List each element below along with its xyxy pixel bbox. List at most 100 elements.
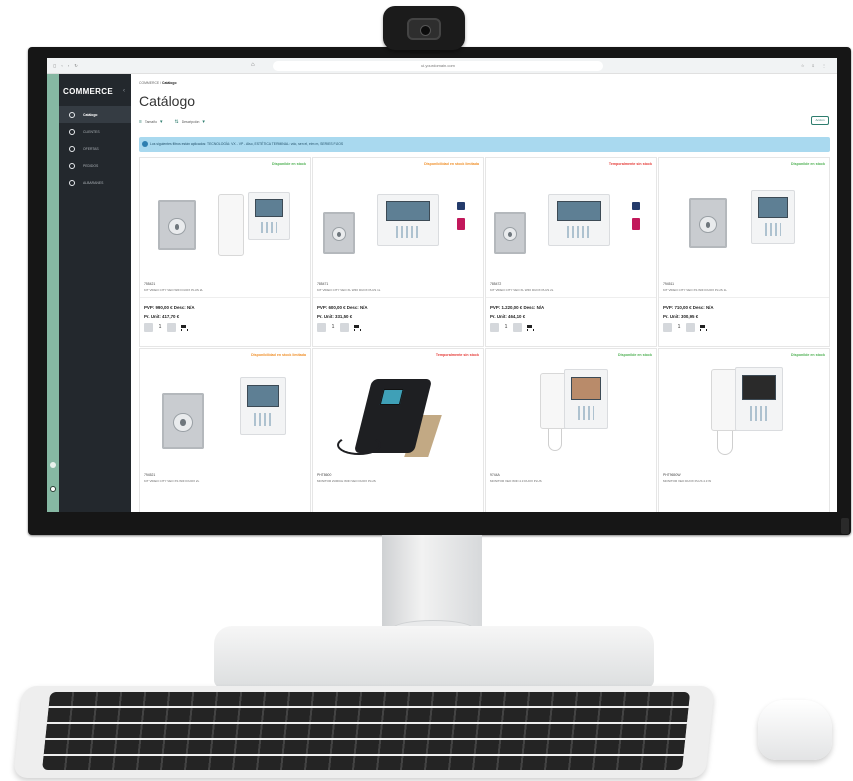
increase-button[interactable] [340, 323, 349, 332]
monitor-image [564, 369, 608, 429]
sidebar-collapse-icon[interactable]: ‹ [123, 88, 125, 94]
brand-badge [457, 202, 465, 210]
cart-icon[interactable] [526, 324, 534, 331]
sidebar-item-label: OFERTAS [83, 146, 99, 151]
product-image [659, 172, 829, 276]
sidebar-item-label: PEDIDOS [83, 163, 99, 168]
keyboard-keys [42, 692, 691, 770]
decrease-button[interactable] [663, 323, 672, 332]
user-icon[interactable] [50, 486, 56, 492]
breadcrumb-separator: / [160, 81, 162, 85]
description-filter-label: Descripción [181, 120, 200, 124]
sidebar-item-albaranes[interactable]: ALBARANES [59, 174, 131, 191]
webcam-lens [407, 18, 441, 40]
browser-tools[interactable]: ☆ ⇩ ⋮ [801, 63, 829, 68]
product-price: PVP: 600,00 € Desc: N/A [317, 305, 368, 310]
filters-info-banner: Los siguientes filtros están aplicados: … [139, 137, 830, 152]
product-image [486, 363, 656, 467]
browser-nav-buttons[interactable]: ◻ ‹ › ↻ [53, 63, 80, 68]
increase-button[interactable] [513, 323, 522, 332]
sidebar-item-label: CLIENTES [83, 129, 100, 134]
monitor-screen [254, 198, 284, 217]
panel-button [502, 227, 518, 242]
unit-price: Pr. Unit: 300,95 € [663, 314, 699, 319]
availability-label: Temporalmente sin stock [435, 353, 479, 357]
door-panel-image [158, 200, 196, 250]
home-icon[interactable]: ⌂ [251, 62, 255, 68]
monitor-screen [386, 201, 430, 221]
product-card[interactable]: Temporalmente sin stock 785472 KIT VIDEO… [485, 157, 657, 347]
product-card[interactable]: Temporalmente sin stock PHT8600 MONITOR … [312, 348, 484, 512]
availability-label: Disponible en stock [791, 353, 825, 357]
sidebar-item-pedidos[interactable]: PEDIDOS [59, 157, 131, 174]
address-bar[interactable]: ui.yourdomain.com [273, 61, 603, 71]
monitor-image [548, 194, 610, 246]
mouse [758, 700, 832, 760]
quantity-stepper: 1 [663, 323, 707, 332]
description-filter[interactable]: ⇅ Descripción ▾ [175, 119, 205, 125]
product-code: 785472 [490, 282, 502, 286]
decrease-button[interactable] [144, 323, 153, 332]
sidebar-item-catalogo[interactable]: Catálogo [59, 106, 131, 123]
availability-label: Disponible en stock [618, 353, 652, 357]
availability-label: Temporalmente sin stock [608, 162, 652, 166]
panel-button [168, 218, 186, 235]
product-card[interactable]: Disponibilidad en stock limitada 785471 … [312, 157, 484, 347]
divider [140, 297, 310, 298]
chevron-down-icon: ▾ [202, 119, 205, 125]
product-image [486, 172, 656, 276]
brand-badge [457, 218, 465, 230]
product-card[interactable]: Disponible en stock 755421 KIT VIDEO CIT… [139, 157, 311, 347]
monitor-image [377, 194, 439, 246]
increase-button[interactable] [686, 323, 695, 332]
decrease-button[interactable] [490, 323, 499, 332]
quantity-input[interactable]: 1 [330, 323, 336, 332]
sidebar-item-label: Catálogo [83, 112, 98, 117]
webcam [383, 6, 465, 50]
sort-filter-label: Tamaño [144, 120, 157, 124]
product-description: MONITOR ZURICH WIFI VEO DUOX PLUS [317, 479, 376, 483]
circle-icon [69, 111, 75, 118]
availability-label: Disponible en stock [791, 162, 825, 166]
cart-icon[interactable] [180, 324, 188, 331]
product-image [313, 363, 483, 467]
product-card[interactable]: Disponible en stock 794511 KIT VIDEO CIT… [658, 157, 830, 347]
product-card[interactable]: Disponibilidad en stock limitada 794521 … [139, 348, 311, 512]
quantity-input[interactable]: 1 [676, 323, 682, 332]
quantity-stepper: 1 [144, 323, 188, 332]
monitor-screen [742, 375, 776, 401]
increase-button[interactable] [167, 323, 176, 332]
decrease-button[interactable] [317, 323, 326, 332]
product-description: MONITOR VEO WIFI 4.3 DUOX PLUS [490, 479, 542, 483]
product-code: PHT8600 [317, 473, 332, 477]
circle-icon [69, 179, 75, 186]
cart-icon[interactable] [353, 324, 361, 331]
breadcrumb-root[interactable]: COMMERCE [139, 81, 159, 85]
sidebar-item-clientes[interactable]: CLIENTES [59, 123, 131, 140]
product-card[interactable]: Disponible en stock 9744A MONITOR VEO WI… [485, 348, 657, 512]
monitor-image [751, 190, 795, 244]
product-price: PVP: 1.220,00 € Desc: N/A [490, 305, 545, 310]
accent-strip [47, 74, 59, 512]
strip-dot-icon[interactable] [50, 462, 56, 468]
product-code: PHT9650W [663, 473, 681, 477]
quantity-input[interactable]: 1 [157, 323, 163, 332]
monitor-image [248, 192, 290, 240]
monitor-screen [557, 201, 601, 221]
divider [313, 297, 483, 298]
product-card[interactable]: Disponible en stock PHT9650W MONITOR VEO… [658, 348, 830, 512]
sort-filter[interactable]: ≡ Tamaño ▾ [139, 119, 163, 125]
product-image [140, 363, 310, 467]
action-button[interactable]: Acción [811, 116, 829, 125]
chevron-down-icon: ▾ [159, 119, 163, 125]
cart-icon[interactable] [699, 324, 707, 331]
monitor-buttons [764, 223, 782, 236]
quantity-input[interactable]: 1 [503, 323, 509, 332]
sidebar-item-ofertas[interactable]: OFERTAS [59, 140, 131, 157]
monitor-buttons [396, 226, 420, 238]
divider [659, 297, 829, 298]
panel-button [331, 227, 347, 242]
product-price: PVP: 710,00 € Desc: N/A [663, 305, 714, 310]
phone-cord [337, 435, 381, 455]
handset-image [218, 194, 244, 256]
